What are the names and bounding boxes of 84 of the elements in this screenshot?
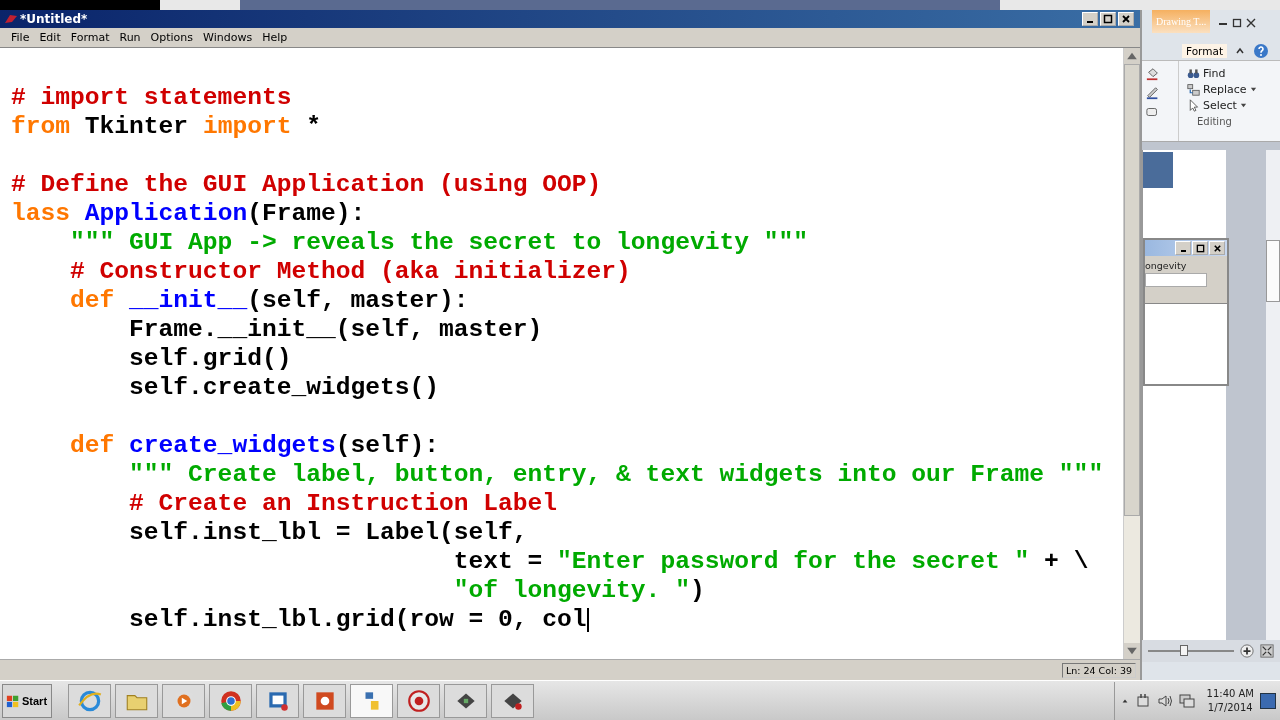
scrollbar[interactable] (1123, 48, 1140, 659)
menu-item[interactable]: File (6, 31, 35, 44)
window-title: *Untitled* (20, 12, 89, 26)
code-line: "of longevity. ") (452, 576, 705, 605)
close-icon (1212, 243, 1222, 253)
menu-item[interactable]: Format (65, 31, 115, 44)
code-line: # Create an Instruction Label (128, 489, 558, 518)
ribbon-command[interactable]: Find (1187, 67, 1280, 80)
group-label: Editing (1196, 116, 1233, 127)
close-icon (1121, 14, 1131, 24)
scroll-thumb[interactable] (1124, 64, 1140, 516)
volume-icon[interactable] (1156, 693, 1173, 709)
fit-window-icon[interactable] (1260, 644, 1274, 658)
code-line: def create_widgets(self): (69, 431, 439, 460)
show-desktop-button[interactable] (1260, 693, 1276, 709)
code-line: self.inst_lbl.grid(row = 0, col (128, 605, 587, 634)
code-line: # import statements (11, 83, 292, 112)
minimize-button[interactable] (1175, 241, 1191, 255)
code-line: Frame.__init__(self, master) (128, 315, 543, 344)
start-button[interactable]: Start (2, 684, 52, 718)
binoculars-icon (1187, 67, 1200, 80)
minimize-button[interactable] (1082, 12, 1098, 26)
cursor-position: Ln: 24 Col: 39 (1061, 662, 1136, 678)
code-line: def __init__(self, master): (69, 286, 469, 315)
collapse-icon[interactable] (1235, 46, 1245, 56)
close-icon[interactable] (1246, 18, 1257, 28)
code-line: """ GUI App -> reveals the secret to longevity """ (69, 228, 808, 257)
pointer-icon (1187, 99, 1200, 112)
zoom-in-icon[interactable] (1240, 644, 1254, 658)
taskbar-button[interactable] (350, 684, 393, 718)
browser-icon (76, 688, 103, 714)
ribbon-command[interactable]: Replace (1187, 83, 1280, 96)
show-hidden-icon[interactable] (1120, 697, 1129, 705)
network-icon[interactable] (1178, 693, 1195, 709)
windows-logo-icon (6, 694, 20, 708)
taskbar-button[interactable] (209, 684, 252, 718)
slider-thumb[interactable] (1180, 645, 1189, 656)
shape-icon[interactable] (1146, 105, 1160, 119)
code-line: self.inst_lbl = Label(self, (128, 518, 528, 547)
password-field[interactable] (1145, 273, 1207, 287)
zoom-slider[interactable] (1148, 645, 1234, 657)
maximize-button[interactable] (1192, 241, 1208, 255)
taskbar-button[interactable] (256, 684, 299, 718)
clock-date[interactable]: 1/7/2014 (1207, 701, 1253, 715)
code-line: # Define the GUI Application (using OOP) (11, 170, 602, 199)
menu-item[interactable]: Edit (34, 31, 66, 44)
pencil-icon[interactable] (1146, 86, 1160, 100)
scroll-thumb[interactable] (1266, 240, 1280, 302)
taskbar-button[interactable] (491, 684, 534, 718)
caret-icon (1239, 102, 1247, 109)
code-line: text = "Enter password for the secret " + \ (452, 547, 1089, 576)
taskbar-button[interactable] (444, 684, 487, 718)
target-icon (405, 688, 432, 714)
menu-item[interactable]: Options (145, 31, 199, 44)
replace-icon (1187, 83, 1200, 96)
menu-item[interactable]: Run (114, 31, 146, 44)
clock-time[interactable]: 11:40 AM (1206, 687, 1254, 701)
maximize-icon (1195, 243, 1205, 253)
close-button[interactable] (1118, 12, 1134, 26)
code-line: self.grid() (128, 344, 292, 373)
minimize-icon (1180, 250, 1186, 252)
rectangle-shape (1143, 152, 1173, 188)
help-icon[interactable] (1253, 43, 1269, 59)
caret-icon (1249, 86, 1257, 93)
ribbon-tab[interactable]: Format (1182, 44, 1227, 58)
minimize-icon (1087, 21, 1093, 23)
taskbar-button[interactable] (397, 684, 440, 718)
code-line: lass Application(Frame): (11, 199, 366, 228)
paint-bucket-icon[interactable] (1146, 67, 1160, 81)
feather-icon (4, 14, 18, 24)
ribbon-command[interactable]: Select (1187, 99, 1280, 112)
taskbar-button[interactable] (303, 684, 346, 718)
maximize-icon[interactable] (1232, 18, 1243, 28)
menu-item[interactable]: Windows (198, 31, 258, 44)
menu-item[interactable]: Help (257, 31, 293, 44)
code-line: from Tkinter import * (11, 112, 321, 141)
code-line: """ Create label, button, entry, & text widgets into our Frame """ (128, 460, 1104, 489)
scrollbar[interactable] (1266, 150, 1280, 640)
close-button[interactable] (1209, 241, 1225, 255)
code-line: self.create_widgets() (128, 373, 439, 402)
maximize-button[interactable] (1100, 12, 1116, 26)
instruction-label: ongevity (1145, 260, 1188, 271)
maximize-icon (1103, 14, 1113, 24)
code-line: # Constructor Method (aka initializer) (69, 257, 631, 286)
